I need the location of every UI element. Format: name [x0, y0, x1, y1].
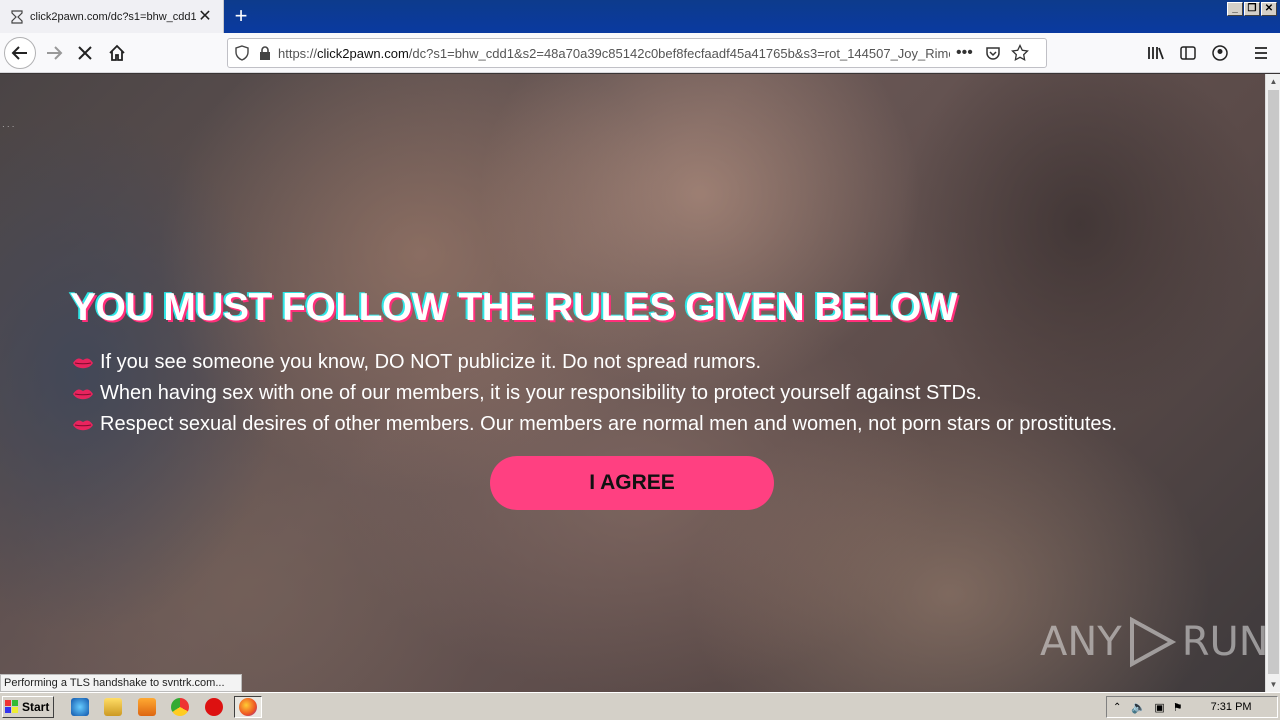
agree-button[interactable]: I AGREE [490, 456, 774, 510]
windows-flag-icon [5, 700, 18, 713]
rule-item: If you see someone you know, DO NOT publ… [72, 347, 1117, 378]
lips-icon [73, 357, 93, 368]
new-tab-button[interactable]: + [228, 3, 254, 29]
start-label: Start [22, 700, 50, 714]
page-content: · · · YOU MUST FOLLOW THE RULES GIVEN BE… [0, 74, 1265, 692]
status-text: Performing a TLS handshake to svntrk.com… [0, 674, 242, 692]
back-arrow-icon [11, 46, 27, 60]
rules-list: If you see someone you know, DO NOT publ… [72, 347, 1117, 440]
navigation-bar: https://click2pawn.com/dc?s1=bhw_cdd1&s2… [0, 33, 1280, 73]
tab-title: click2pawn.com/dc?s1=bhw_cdd1&s2 [30, 10, 196, 23]
scroll-up-arrow-icon[interactable]: ▲ [1266, 74, 1280, 89]
stop-button[interactable] [69, 37, 101, 69]
anyrun-watermark: ANY RUN [1040, 614, 1265, 670]
minimize-button[interactable]: _ [1227, 2, 1243, 16]
system-tray: ⌃ 🔈 ▣ ⚑ 7:31 PM [1106, 696, 1278, 718]
opera-icon[interactable] [205, 698, 223, 716]
decorative-dots: · · · [2, 122, 15, 131]
play-logo-icon [1129, 616, 1176, 668]
chrome-icon[interactable] [171, 698, 189, 716]
rule-text: If you see someone you know, DO NOT publ… [100, 351, 762, 373]
scroll-down-arrow-icon[interactable]: ▼ [1266, 677, 1280, 692]
ie-icon[interactable] [71, 698, 89, 716]
tray-expand-icon[interactable]: ⌃ [1113, 702, 1121, 713]
lips-icon [73, 419, 93, 430]
watermark-left-text: ANY [1040, 619, 1122, 665]
close-window-button[interactable]: ✕ [1261, 2, 1277, 16]
account-icon[interactable] [1212, 45, 1228, 61]
windows-taskbar: Start ⌃ 🔈 ▣ ⚑ 7:31 PM [0, 692, 1280, 720]
rule-item: When having sex with one of our members,… [72, 378, 1117, 409]
forward-arrow-icon [47, 46, 63, 60]
network-icon[interactable]: ▣ [1154, 701, 1164, 714]
volume-icon[interactable]: 🔈 [1131, 700, 1146, 714]
firefox-taskbar-button[interactable] [234, 696, 262, 718]
tab-close-icon[interactable]: ✕ [196, 8, 214, 25]
bookmark-star-icon[interactable] [1010, 44, 1029, 62]
media-player-icon[interactable] [138, 698, 156, 716]
back-button[interactable] [4, 37, 36, 69]
lips-icon [73, 388, 93, 399]
clock: 7:31 PM [1210, 701, 1252, 713]
home-button[interactable] [101, 37, 133, 69]
menu-hamburger-icon[interactable] [1253, 46, 1269, 60]
stop-x-icon [78, 46, 92, 60]
scroll-thumb[interactable] [1268, 90, 1279, 674]
restore-button[interactable]: ❐ [1244, 2, 1260, 16]
url-path: /dc?s1=bhw_cdd1&s2=48a70a39c85142c0bef8f… [408, 45, 950, 61]
action-center-flag-icon[interactable]: ⚑ [1173, 701, 1183, 714]
url-prefix: https:// [278, 45, 318, 61]
url-host: click2pawn.com [317, 45, 409, 61]
rule-text: When having sex with one of our members,… [100, 382, 982, 404]
start-button[interactable]: Start [2, 696, 54, 718]
firefox-icon [239, 698, 257, 716]
lock-icon[interactable] [258, 45, 272, 61]
window-controls: _ ❐ ✕ [1227, 2, 1277, 16]
watermark-right-text: RUN [1181, 619, 1265, 665]
loading-hourglass-icon [11, 9, 23, 24]
folder-icon[interactable] [104, 698, 122, 716]
vertical-scrollbar[interactable]: ▲ ▼ [1265, 74, 1280, 692]
rule-text: Respect sexual desires of other members.… [100, 413, 1118, 435]
tab-strip: click2pawn.com/dc?s1=bhw_cdd1&s2 ✕ + _ ❐… [0, 0, 1280, 33]
rule-item: Respect sexual desires of other members.… [72, 409, 1117, 440]
home-icon [109, 44, 125, 61]
pocket-icon[interactable] [985, 45, 1001, 61]
page-actions-icon[interactable]: ••• [956, 44, 973, 62]
shield-icon[interactable] [234, 45, 250, 61]
url-text[interactable]: https://click2pawn.com/dc?s1=bhw_cdd1&s2… [278, 46, 950, 61]
address-bar[interactable]: https://click2pawn.com/dc?s1=bhw_cdd1&s2… [227, 38, 1047, 68]
library-icon[interactable] [1147, 45, 1165, 61]
browser-tab[interactable]: click2pawn.com/dc?s1=bhw_cdd1&s2 ✕ [0, 0, 224, 33]
sidebar-icon[interactable] [1180, 46, 1196, 60]
page-headline: YOU MUST FOLLOW THE RULES GIVEN BELOW [70, 286, 958, 329]
forward-button[interactable] [38, 37, 70, 69]
